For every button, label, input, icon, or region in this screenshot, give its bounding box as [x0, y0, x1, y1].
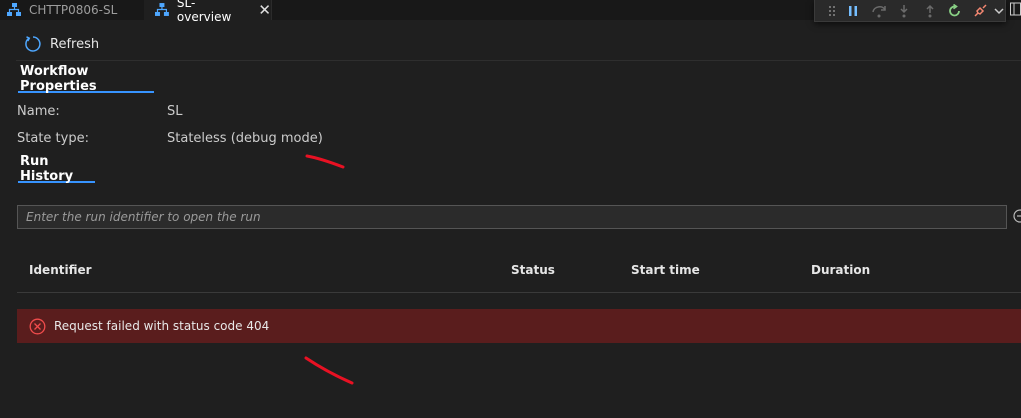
run-identifier-input[interactable]: [17, 205, 1007, 229]
error-message: Request failed with status code 404: [54, 319, 270, 333]
column-header-duration[interactable]: Duration: [811, 263, 870, 277]
error-icon: [29, 318, 46, 334]
refresh-button[interactable]: Refresh: [24, 33, 99, 55]
workflow-properties-header: Workflow Properties: [18, 64, 154, 94]
state-type-label: State type:: [17, 131, 89, 146]
disconnect-icon[interactable]: [968, 2, 993, 20]
step-over-icon[interactable]: [866, 2, 891, 20]
step-out-icon[interactable]: [917, 2, 942, 20]
chevron-down-icon[interactable]: [993, 2, 1005, 20]
tab-sl-overview[interactable]: SL-overview ✕: [144, 0, 272, 24]
column-header-status[interactable]: Status: [511, 263, 555, 277]
pause-icon[interactable]: [841, 2, 866, 20]
workflow-icon: [154, 3, 169, 16]
state-type-value: Stateless (debug mode): [167, 131, 323, 146]
annotation-mark: [305, 154, 345, 169]
name-label: Name:: [17, 104, 60, 119]
debug-toolbar: [814, 0, 1006, 22]
error-message-bar: Request failed with status code 404: [17, 309, 1021, 343]
refresh-label: Refresh: [50, 36, 100, 52]
refresh-icon: [25, 36, 41, 52]
add-circle-icon[interactable]: [1013, 209, 1021, 223]
app-window: CHTTP0806-SL SL-overview ✕ Refresh Workf…: [0, 0, 1021, 418]
name-value: SL: [167, 104, 183, 119]
workflow-icon: [7, 3, 21, 16]
tab-chttp0806-sl[interactable]: CHTTP0806-SL: [0, 0, 144, 20]
tab-label: CHTTP0806-SL: [29, 3, 118, 17]
column-header-start-time[interactable]: Start time: [631, 263, 700, 277]
divider: [16, 60, 1021, 61]
close-icon[interactable]: ✕: [258, 3, 271, 18]
annotation-mark: [304, 356, 354, 385]
table-divider: [17, 292, 1021, 293]
tab-label: SL-overview: [176, 0, 232, 24]
restart-icon[interactable]: [942, 2, 967, 20]
column-header-identifier[interactable]: Identifier: [29, 263, 92, 277]
gripper-icon[interactable]: [823, 2, 841, 20]
step-into-icon[interactable]: [891, 2, 916, 20]
run-history-header: Run History: [18, 154, 95, 184]
panel-layout-icon[interactable]: [1010, 2, 1021, 16]
